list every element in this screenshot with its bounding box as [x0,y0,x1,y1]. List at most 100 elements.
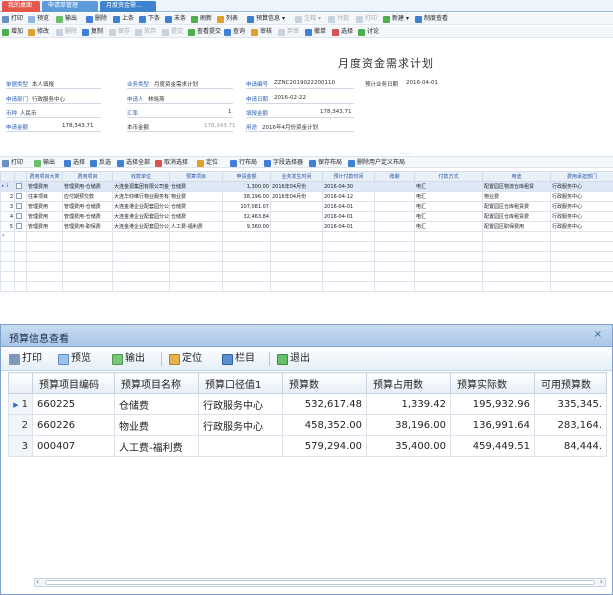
view-submit-button[interactable]: 查看提交 [188,27,221,37]
col-header[interactable]: 预算数 [282,372,367,394]
grid-export-button[interactable]: 输出 [34,158,55,168]
row-checkbox[interactable] [14,221,27,232]
query-button[interactable]: 查询 [224,27,245,37]
col-header[interactable]: 用途 [482,171,551,182]
col-header[interactable]: 预算实际数 [450,372,535,394]
cancel-button[interactable]: 放弃 [135,27,156,37]
table-row[interactable]: 2 往来项目 应付期预交款 大连华仰维行物业服务有限 物业费 38,196.00 2016… [0,191,613,202]
scrollbar-thumb[interactable] [45,580,595,585]
dialog-preview-button[interactable]: 预览 [58,352,91,366]
col-header[interactable]: 费用承担部门 [550,171,613,182]
list-button[interactable]: 列表 [217,14,238,24]
print-doc-button[interactable]: 打印 [356,14,377,24]
col-header[interactable]: 申请金额 [222,171,271,182]
table-row[interactable]: ▶ 1 660225 仓储费 行政服务中心 532,617.48 1,339.42… [8,393,607,415]
table-row[interactable]: 4 管理费用 管理费用-仓储费 大连金港企业配套园分公司 仓储费 32,463.84 20… [0,211,613,222]
col-header[interactable]: 预算项目 [169,171,223,182]
tab-monthly-fund-plan[interactable]: 月度资金需… [100,1,156,12]
discuss-button[interactable]: 讨论 [358,27,379,37]
unreview-button[interactable]: 弃审 [278,27,299,37]
row-checkbox[interactable] [14,201,27,212]
row-checkbox[interactable] [14,191,27,202]
col-header[interactable]: 预算占用数 [366,372,451,394]
col-header[interactable]: 费用项目大类 [26,171,63,182]
grid-invert-button[interactable]: 反选 [90,158,111,168]
col-header[interactable]: 预算口径值1 [198,372,283,394]
grid-locate-button[interactable]: 定位 [197,158,218,168]
horizontal-scrollbar[interactable]: ‹ › [34,577,606,587]
dialog-exit-button[interactable]: 退出 [277,352,310,366]
delete-button[interactable]: 删除 [86,14,107,24]
modify-button[interactable]: 修改 [28,27,49,37]
expected-date-field[interactable]: 2016-04-01 [406,80,438,86]
col-header[interactable]: 业务发生时间 [270,171,323,182]
amount-field[interactable]: 178,343.71 [320,109,352,115]
col-header[interactable]: 收款单位 [112,171,170,182]
currency-field[interactable]: 人民币 [20,109,37,117]
grid-selectall-button[interactable]: 选择全部 [117,158,150,168]
col-header[interactable]: 预算项目名称 [114,372,199,394]
grid-field-chooser-button[interactable]: 字段选择器 [264,158,303,168]
new-row[interactable]: * [0,231,613,242]
applicant-field[interactable]: 林晓燕 [148,95,165,103]
annotation-button[interactable]: 注释 ▾ [295,14,321,24]
table-row[interactable]: 3 000407 人工费-福利费 579,294.00 35,400.00 45… [8,435,607,457]
dialog-locate-button[interactable]: 定位 [169,352,202,366]
print-button[interactable]: 打印 [2,14,23,24]
biz-type-field[interactable]: 月度资金需求计划 [154,80,198,88]
tab-application-management[interactable]: 申请单管理 [42,1,98,12]
doc-no-field[interactable]: ZZNC2019022200110 [274,80,335,86]
previous-button[interactable]: 上条 [113,14,134,24]
next-button[interactable]: 下条 [139,14,160,24]
table-row[interactable]: 3 管理费用 管理费用-仓储费 大连金港企业配套园分公司 仓储费 107,081.07 2… [0,201,613,212]
rate-field[interactable]: 1 [228,109,232,115]
review-button[interactable]: 审核 [251,27,272,37]
refresh-button[interactable]: 刷新 [191,14,212,24]
col-header[interactable]: 可用预算数 [534,372,607,394]
dialog-titlebar[interactable]: 预算信息查看 × [1,325,612,347]
dept-field[interactable]: 行政服务中心 [32,95,65,103]
budget-info-button[interactable]: 预算信息 ▾ [247,14,285,24]
table-row[interactable]: 2 660226 物业费 行政服务中心 458,352.00 38,196.00… [8,414,607,436]
col-header[interactable]: 付款方式 [414,171,483,182]
save-button[interactable]: 保存 [109,27,130,37]
last-button[interactable]: 末条 [165,14,186,24]
col-header[interactable]: 预计付款时间 [322,171,375,182]
system-view-button[interactable]: 制度查看 [415,14,448,24]
select-button[interactable]: 选择 [332,27,353,37]
row-checkbox[interactable] [14,181,27,192]
local-amount-field[interactable]: 178,343.71 [204,123,236,129]
new-button[interactable]: 新建 ▾ [383,14,409,24]
dialog-columns-button[interactable]: 栏目 [222,352,255,366]
col-header[interactable]: 预算项目编码 [32,372,115,394]
grid-save-layout-button[interactable]: 保存布局 [309,158,342,168]
purpose-field[interactable]: 2016年4月份资金计划 [262,123,318,131]
apply-date-field[interactable]: 2016-02-22 [274,95,306,101]
req-amount-field[interactable]: 178,343.71 [62,123,94,129]
table-row[interactable]: ▸ 1 管理费用 管理费用-仓储费 大连金源集团有限公司金路 仓储费 1,300.00 2… [0,181,613,192]
scroll-left-icon[interactable]: ‹ [36,577,39,586]
export-button[interactable]: 输出 [56,14,77,24]
pay-button[interactable]: 付款 [328,14,349,24]
doc-type-field[interactable]: 本人填报 [32,80,54,88]
col-header[interactable]: 账期 [374,171,415,182]
copy-button[interactable]: 复制 [82,27,103,37]
row-checkbox[interactable] [14,211,27,222]
tab-desktop[interactable]: 我的桌面 [2,1,40,12]
col-header[interactable]: 费用项目 [62,171,113,182]
close-icon[interactable]: × [594,329,602,340]
preview-button[interactable]: 预览 [28,14,49,24]
revoke-button[interactable]: 撤单 [305,27,326,37]
scroll-right-icon[interactable]: › [600,577,603,586]
grid-delete-layout-button[interactable]: 删除用户定义布局 [348,158,405,168]
grid-unselect-button[interactable]: 取消选择 [155,158,188,168]
grid-rowlayout-button[interactable]: 行布局 [230,158,257,168]
add-button[interactable]: 增加 [2,27,23,37]
grid-select-button[interactable]: 选择 [64,158,85,168]
remove-button[interactable]: 删除 [56,27,77,37]
dialog-print-button[interactable]: 打印 [9,352,42,366]
submit-button[interactable]: 提交 [162,27,183,37]
dialog-export-button[interactable]: 输出 [112,352,145,366]
table-row[interactable]: 5 管理费用 管理费用-职保费 大连金港企业配套园分公司 人工费-福利费 9,360.0… [0,221,613,232]
grid-print-button[interactable]: 打印 [2,158,23,168]
